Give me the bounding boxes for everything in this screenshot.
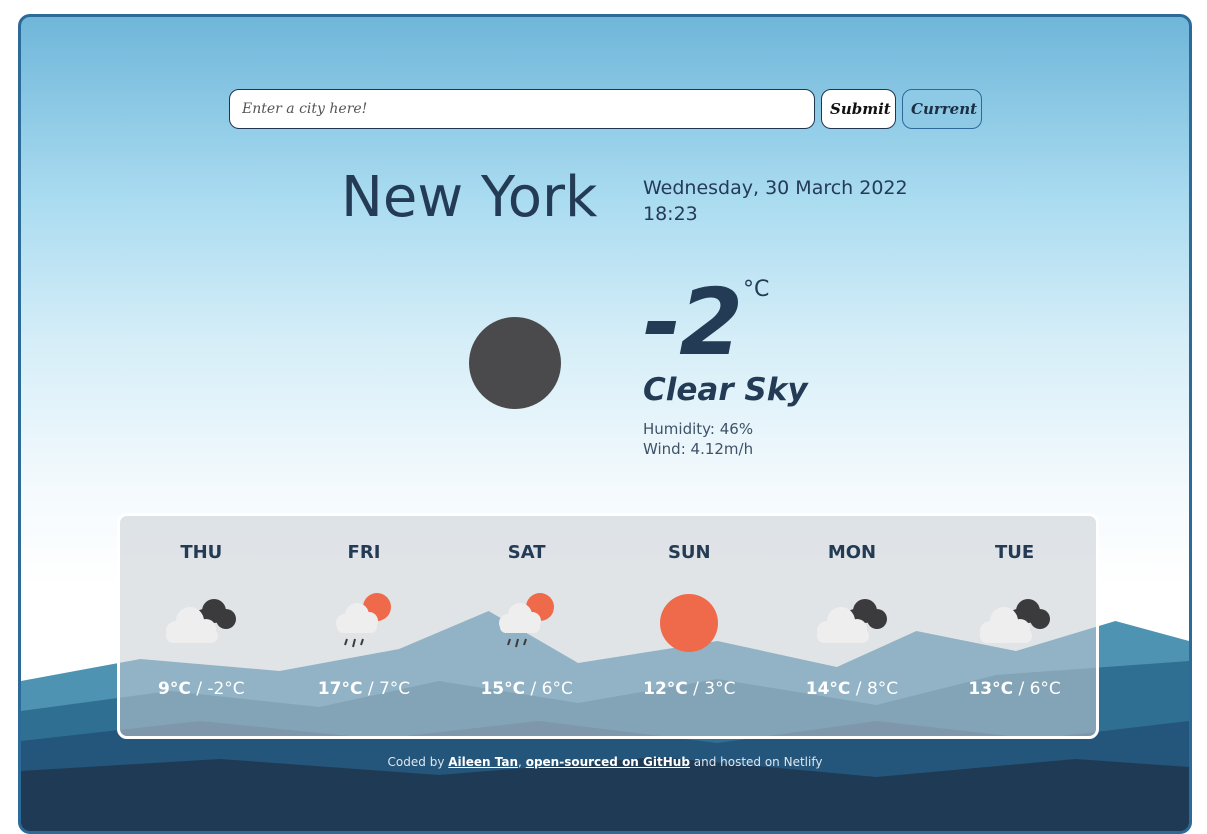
forecast-low: 6°C xyxy=(1029,679,1061,699)
forecast-high: 9°C xyxy=(157,679,191,699)
forecast-low: 3°C xyxy=(704,679,736,699)
weather-description: Clear Sky xyxy=(643,372,808,408)
forecast-day-name: FRI xyxy=(347,542,381,563)
forecast-low: 8°C xyxy=(866,679,899,699)
current-time: 18:23 xyxy=(643,203,698,225)
humidity: Humidity: 46% xyxy=(643,420,754,438)
app-frame: Submit Current New York Wednesday, 30 Ma… xyxy=(18,14,1192,834)
forecast-day: THU 9°C / -2°C xyxy=(126,516,276,736)
forecast-high: 14°C xyxy=(805,679,851,699)
forecast-day: SAT 15°C / 6°C xyxy=(452,516,602,736)
current-date: Wednesday, 30 March 2022 xyxy=(643,177,908,199)
forecast-day-name: THU xyxy=(180,542,223,563)
github-link[interactable]: open-sourced on GitHub xyxy=(526,755,690,769)
forecast-temps: 13°C / 6°C xyxy=(968,679,1061,699)
forecast-day-name: MON xyxy=(827,542,877,563)
cloudy-icon xyxy=(816,599,887,643)
weather-stats: Humidity: 46% Wind: 4.12m/h xyxy=(643,419,753,459)
forecast-high: 15°C xyxy=(480,679,526,699)
author-link[interactable]: Aileen Tan xyxy=(448,755,518,769)
forecast-temps: 15°C / 6°C xyxy=(480,679,573,699)
current-temperature: -2 xyxy=(643,269,743,376)
forecast-low: 7°C xyxy=(378,679,411,699)
forecast-day: TUE 13°C / 6°C xyxy=(940,516,1090,736)
city-name: New York xyxy=(341,165,598,230)
city-search-input[interactable] xyxy=(229,89,815,129)
current-location-button[interactable]: Current xyxy=(902,89,982,129)
forecast-day: MON 14°C / 8°C xyxy=(777,516,927,736)
forecast-high: 13°C xyxy=(968,679,1014,699)
search-bar: Submit Current xyxy=(229,89,982,129)
forecast-temps: 9°C / -2°C xyxy=(157,679,245,699)
forecast-panel: THU 9°C / -2°C FRI 17°C / 7°C SAT 15°C /… xyxy=(117,513,1099,739)
forecast-high: 17°C xyxy=(317,679,363,699)
forecast-day-name: SUN xyxy=(667,542,711,563)
footer-separator: , xyxy=(518,755,522,769)
cloudy-icon xyxy=(979,599,1050,643)
forecast-temps: 17°C / 7°C xyxy=(317,679,411,699)
footer: Coded by Aileen Tan, open-sourced on Git… xyxy=(21,755,1189,769)
forecast-low: -2°C xyxy=(207,679,245,699)
footer-prefix: Coded by xyxy=(387,755,445,769)
clear-night-icon xyxy=(469,317,561,409)
forecast-day-name: TUE xyxy=(995,542,1035,563)
forecast-low: 6°C xyxy=(541,679,573,699)
forecast-high: 12°C xyxy=(643,679,688,699)
forecast-day: FRI 17°C / 7°C xyxy=(289,516,439,736)
forecast-day-name: SAT xyxy=(507,542,546,563)
forecast-temps: 12°C / 3°C xyxy=(643,679,736,699)
date-time: Wednesday, 30 March 2022 18:23 xyxy=(643,175,908,227)
temperature-unit[interactable]: °C xyxy=(743,277,769,302)
forecast-temps: 14°C / 8°C xyxy=(805,679,899,699)
wind-speed: Wind: 4.12m/h xyxy=(643,440,754,458)
rain-sun-icon xyxy=(498,593,554,648)
rain-sun-icon xyxy=(335,593,391,648)
cloudy-icon xyxy=(166,599,237,643)
forecast-day: SUN 12°C / 3°C xyxy=(614,516,764,736)
submit-button[interactable]: Submit xyxy=(821,89,896,129)
footer-suffix: and hosted on Netlify xyxy=(693,755,823,769)
sun-icon xyxy=(660,594,719,652)
